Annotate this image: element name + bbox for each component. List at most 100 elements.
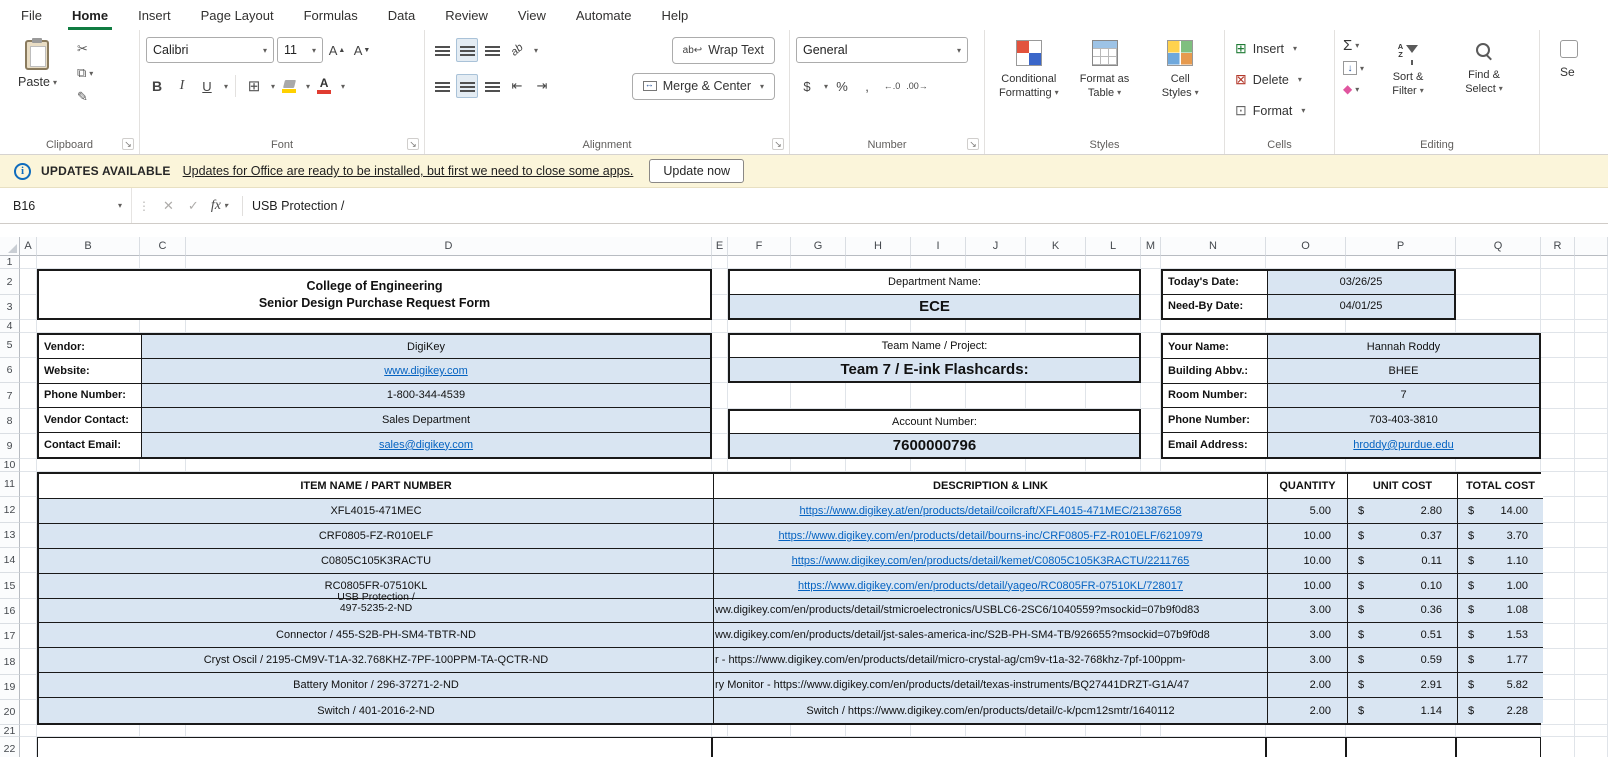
grid-cell[interactable] [791,320,846,333]
font-name-select[interactable]: Calibri ▾ [146,37,274,63]
fill-color-button[interactable] [278,74,300,98]
item-name-cell[interactable]: Cryst Oscil / 2195-CM9V-T1A-32.768KHZ-7P… [39,648,714,674]
date-form-label[interactable]: Today's Date: [1163,271,1268,295]
item-total-cost-cell[interactable]: $1.53 [1458,623,1543,649]
grid-cell[interactable] [1541,700,1575,725]
grid-cell[interactable] [712,333,728,358]
vendor-form-value[interactable]: Sales Department [142,408,710,433]
item-qty-cell[interactable]: 2.00 [1268,673,1348,699]
grid-cell[interactable] [1541,649,1575,675]
partial-row-total-cell[interactable] [1456,737,1541,757]
item-unit-cost-cell[interactable]: $0.36 [1348,598,1458,624]
grid-cell[interactable] [1141,725,1161,737]
grid-cell[interactable] [1575,256,1608,269]
grid-cell[interactable] [1541,434,1575,459]
grid-cell[interactable] [712,256,728,269]
grid-cell[interactable] [1141,269,1161,295]
grid-cell[interactable] [1541,256,1575,269]
grid-cell[interactable] [1541,269,1575,295]
grid-cell[interactable] [1026,256,1086,269]
number-format-select[interactable]: General ▾ [796,37,968,63]
increase-font-size-button[interactable]: A ▲ [326,38,348,62]
grid-cell[interactable] [186,725,712,737]
row-header-17[interactable]: 17 [0,624,20,649]
item-qty-cell[interactable]: 3.00 [1268,623,1348,649]
partial-row-name-cell[interactable] [37,737,712,757]
grid-cell[interactable] [1575,599,1608,624]
grid-cell[interactable] [1541,409,1575,434]
grid-cell[interactable] [140,459,186,472]
vendor-form-link[interactable]: sales@digikey.com [379,439,473,451]
grid-cell[interactable] [20,333,37,358]
underline-button[interactable]: U [196,74,218,98]
grid-cell[interactable] [1575,358,1608,383]
delete-cells-button[interactable]: ⊠ Delete ▾ [1231,66,1328,93]
person-form-value[interactable]: BHEE [1268,359,1539,384]
grid-cell[interactable] [20,409,37,434]
grid-cell[interactable] [20,599,37,624]
decrease-indent-button[interactable]: ⇤ [506,74,528,98]
comma-style-button[interactable]: , [856,74,878,98]
grid-cell[interactable] [1541,523,1575,548]
menu-tab-page-layout[interactable]: Page Layout [186,0,289,30]
grid-cell[interactable] [1456,725,1541,737]
grid-cell[interactable] [1575,624,1608,649]
item-name-cell[interactable]: C0805C105K3RACTU [39,548,714,574]
grid-cell[interactable] [1141,256,1161,269]
bold-button[interactable]: B [146,74,168,98]
grid-cell[interactable] [1575,573,1608,599]
namebox-resize-handle[interactable]: ⋮ [138,199,150,213]
align-top-button[interactable] [431,38,453,62]
column-header-G[interactable]: G [791,237,846,256]
grid-cell[interactable] [20,675,37,700]
person-form-link[interactable]: hroddy@purdue.edu [1353,439,1453,451]
grid-cell[interactable] [20,256,37,269]
item-qty-cell[interactable]: 5.00 [1268,499,1348,524]
grid-cell[interactable] [20,434,37,459]
item-unit-cost-cell[interactable]: $0.51 [1348,623,1458,649]
grid-cell[interactable] [712,295,728,320]
grid-cell[interactable] [1161,256,1266,269]
grid-cell[interactable] [20,320,37,333]
vendor-form-value[interactable]: 1-800-344-4539 [142,383,710,409]
grid-cell[interactable] [1541,725,1575,737]
grid-cell[interactable] [1456,320,1541,333]
partial-row-unit-cell[interactable] [1346,737,1456,757]
item-unit-cost-cell[interactable]: $0.59 [1348,648,1458,674]
grid-cell[interactable] [1266,459,1346,472]
item-total-cost-cell[interactable]: $5.82 [1458,673,1543,699]
column-header-Q[interactable]: Q [1456,237,1541,256]
vendor-form-label[interactable]: Contact Email: [39,432,142,457]
column-header-H[interactable]: H [846,237,911,256]
grid-cell[interactable] [1575,737,1608,757]
row-header-6[interactable]: 6 [0,358,20,383]
grid-cell[interactable] [1575,269,1608,295]
fill-button[interactable]: ↓ ▾ [1343,61,1364,75]
align-center-button[interactable] [456,74,478,98]
name-box[interactable]: B16 ▾ [0,188,132,223]
item-name-cell[interactable]: Connector / 455-S2B-PH-SM4-TBTR-ND [39,623,714,649]
grid-cell[interactable] [1541,358,1575,383]
grid-cell[interactable] [20,649,37,675]
increase-indent-button[interactable]: ⇥ [531,74,553,98]
grid-cell[interactable] [186,320,712,333]
grid-cell[interactable] [712,269,728,295]
grid-cell[interactable] [1266,725,1346,737]
grid-cell[interactable] [1575,725,1608,737]
borders-button[interactable]: ⊞ [243,74,265,98]
row-header-19[interactable]: 19 [0,675,20,700]
grid-cell[interactable] [20,383,37,409]
grid-cell[interactable] [186,459,712,472]
item-unit-cost-cell[interactable]: $2.80 [1348,499,1458,524]
grid-cell[interactable] [1575,409,1608,434]
partial-row-qty-cell[interactable] [1266,737,1346,757]
number-dialog-launcher[interactable]: ↘ [967,138,979,150]
grid-cell[interactable] [1541,497,1575,523]
grid-cell[interactable] [1161,459,1266,472]
grid-cell[interactable] [1161,725,1266,737]
item-table-header-2[interactable]: QUANTITY [1268,474,1348,499]
select-all-corner[interactable] [0,237,20,256]
grid-cell[interactable] [791,459,846,472]
column-header-E[interactable]: E [712,237,728,256]
row-header-8[interactable]: 8 [0,409,20,434]
